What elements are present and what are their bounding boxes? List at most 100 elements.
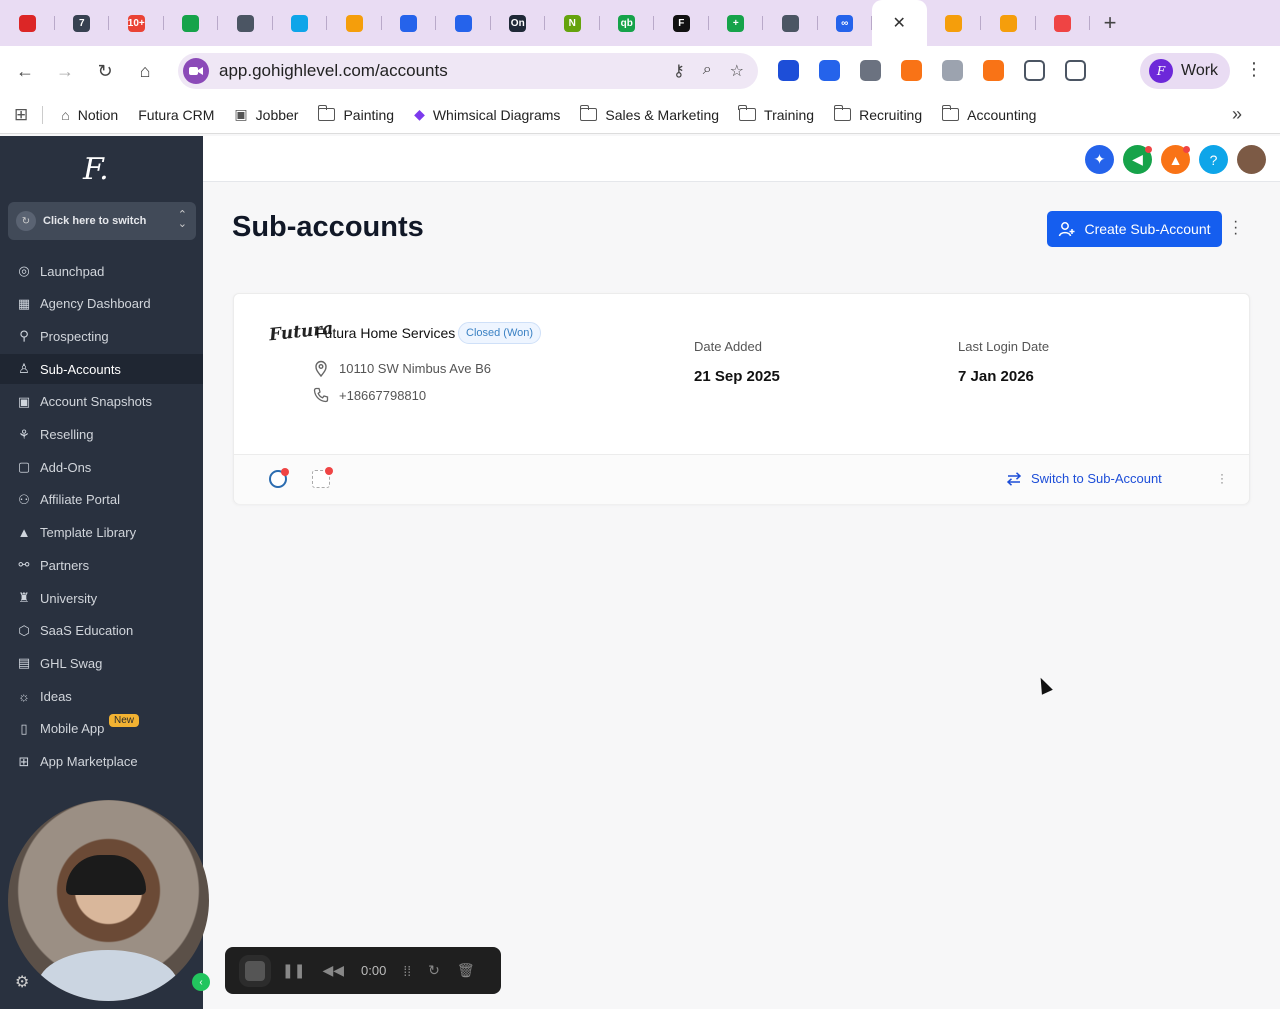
sidebar-item-add-ons[interactable]: ▢ Add-Ons (0, 452, 203, 482)
browser-tab[interactable] (382, 0, 436, 46)
pause-icon[interactable]: ❚❚ (282, 962, 305, 979)
more-bookmarks-icon[interactable]: » (1232, 104, 1242, 125)
sidebar-item-prospecting[interactable]: ⚲ Prospecting (0, 321, 203, 351)
date-added-value: 21 Sep 2025 (694, 368, 780, 385)
sidebar-item-launchpad[interactable]: ◎ Launchpad (0, 256, 203, 286)
bookmark-painting[interactable]: Painting (317, 105, 394, 123)
profile-button[interactable]: F Work (1140, 53, 1230, 89)
sidebar-item-reselling[interactable]: ⚘ Reselling (0, 420, 203, 450)
sidebar-item-label: University (40, 590, 98, 606)
sidebar-item-partners[interactable]: ⚯ Partners (0, 550, 203, 580)
browser-tab[interactable]: + (709, 0, 763, 46)
megaphone-icon[interactable]: ◀ (1123, 145, 1152, 174)
trash-icon[interactable]: 🗑 (457, 962, 475, 979)
rewind-icon[interactable]: ◀◀ (322, 962, 344, 979)
browser-tab[interactable]: 7 (55, 0, 109, 46)
browser-tab[interactable]: ∞ (818, 0, 872, 46)
browser-tab[interactable] (1036, 0, 1090, 46)
browser-tab[interactable] (273, 0, 327, 46)
browser-tab[interactable]: F (654, 0, 709, 46)
bookmark-notion[interactable]: ⌂ Notion (61, 107, 118, 123)
user-avatar[interactable] (1237, 145, 1266, 174)
bell-icon[interactable]: ▲ (1161, 145, 1190, 174)
browser-tab[interactable] (436, 0, 491, 46)
folder-icon (317, 105, 336, 121)
extension-icon[interactable] (901, 60, 922, 81)
bookmark-training[interactable]: Training (738, 105, 814, 123)
profile-avatar: F (1149, 59, 1173, 83)
browser-tab[interactable] (164, 0, 218, 46)
forward-icon[interactable]: → (45, 51, 85, 91)
restart-icon[interactable]: ↻ (428, 962, 440, 979)
more-options-icon[interactable]: · · · (1233, 214, 1238, 242)
browser-tab[interactable]: N (545, 0, 600, 46)
create-sub-account-button[interactable]: Create Sub-Account (1047, 211, 1222, 247)
card-more-icon[interactable]: · · · (1220, 468, 1224, 488)
browser-tab[interactable]: 10+ (109, 0, 164, 46)
sidebar-item-template-library[interactable]: ▲ Template Library (0, 518, 203, 548)
sidebar-item-app-marketplace[interactable]: ⊞ App Marketplace (0, 747, 203, 777)
reload-icon[interactable]: ↻ (85, 51, 125, 91)
bookmark-accounting[interactable]: Accounting (941, 105, 1037, 123)
sidebar-item-mobile-app[interactable]: ▯ Mobile App (0, 714, 203, 744)
extension-icon[interactable] (942, 60, 963, 81)
settings-icon[interactable]: ⚙ (15, 972, 29, 992)
browser-tab[interactable] (327, 0, 382, 46)
webcam-bubble[interactable] (8, 800, 209, 1001)
bookmark-jobber[interactable]: ▣ Jobber (234, 106, 298, 123)
collapse-icon[interactable]: ‹ (192, 973, 210, 991)
browser-tab[interactable]: ✕ (872, 0, 927, 46)
switch-to-sub-account-button[interactable]: Switch to Sub-Account (1006, 471, 1162, 486)
agency-logo[interactable]: F. (83, 152, 109, 187)
browser-tab[interactable]: qb (600, 0, 654, 46)
browser-tab[interactable]: On (491, 0, 545, 46)
header-glyph: ? (1209, 151, 1218, 168)
browser-tab[interactable] (218, 0, 273, 46)
bookmark-futura-crm[interactable]: Futura CRM (138, 107, 214, 123)
zoom-icon[interactable]: ⌕ (703, 61, 712, 81)
apps-icon[interactable]: ⊞ (14, 105, 28, 125)
bookmark-sales-marketing[interactable]: Sales & Marketing (579, 105, 719, 123)
account-name[interactable]: Futura Home Services (316, 325, 455, 341)
extension-icon[interactable] (860, 60, 881, 81)
new-tab-icon[interactable]: + (1090, 10, 1130, 36)
site-icon[interactable] (183, 58, 209, 84)
extension-icon[interactable] (778, 60, 799, 81)
sidebar-item-account-snapshots[interactable]: ▣ Account Snapshots (0, 387, 203, 417)
sidebar-item-ghl-swag[interactable]: ▤ GHL Swag (0, 648, 203, 678)
grid-icon[interactable]: ⁞⁞ (403, 963, 411, 979)
extension-icon[interactable] (1024, 60, 1045, 81)
bookmark-label: Accounting (967, 106, 1037, 123)
divider (42, 105, 44, 124)
sidebar-item-ideas[interactable]: ☼ Ideas (0, 681, 203, 711)
url-text[interactable]: app.gohighlevel.com/accounts (219, 61, 448, 81)
extension-icon[interactable] (1065, 60, 1086, 81)
account-switcher[interactable]: ↻ Click here to switch ⌃ ⌄ (8, 202, 196, 240)
bookmark-recruiting[interactable]: Recruiting (833, 105, 922, 123)
new-badge: New (109, 714, 140, 727)
star-icon[interactable]: ☆ (730, 61, 744, 81)
sidebar-item-agency-dashboard[interactable]: ▦ Agency Dashboard (0, 289, 203, 319)
key-icon[interactable]: ⚷ (673, 61, 685, 81)
stop-icon[interactable] (245, 960, 265, 981)
sidebar-item-sub-accounts[interactable]: ♙ Sub-Accounts (0, 354, 203, 385)
ai-sparkle-icon[interactable]: ✦ (1085, 145, 1114, 174)
browser-tab[interactable] (0, 0, 55, 46)
browser-tab[interactable] (927, 0, 981, 46)
bookmark-whimsical-diagrams[interactable]: ◆ Whimsical Diagrams (414, 106, 560, 123)
address-bar[interactable]: app.gohighlevel.com/accounts ⚷ ⌕ ☆ (178, 53, 758, 89)
sidebar-item-university[interactable]: ♜ University (0, 583, 203, 613)
help-icon[interactable]: ? (1199, 145, 1228, 174)
close-icon[interactable]: ✕ (893, 13, 906, 33)
extension-icon[interactable] (983, 60, 1004, 81)
integration-icon[interactable] (312, 467, 333, 488)
sidebar-item-affiliate-portal[interactable]: ⚇ Affiliate Portal (0, 485, 203, 515)
browser-tab[interactable] (763, 0, 818, 46)
browser-tab[interactable] (981, 0, 1036, 46)
extension-icon[interactable] (819, 60, 840, 81)
back-icon[interactable]: ← (5, 51, 45, 91)
browser-menu-icon[interactable]: ⋮ (1245, 59, 1263, 80)
home-icon[interactable]: ⌂ (125, 51, 165, 91)
sidebar-item-saas-education[interactable]: ⬡ SaaS Education (0, 616, 203, 646)
wordpress-icon[interactable] (269, 468, 289, 488)
